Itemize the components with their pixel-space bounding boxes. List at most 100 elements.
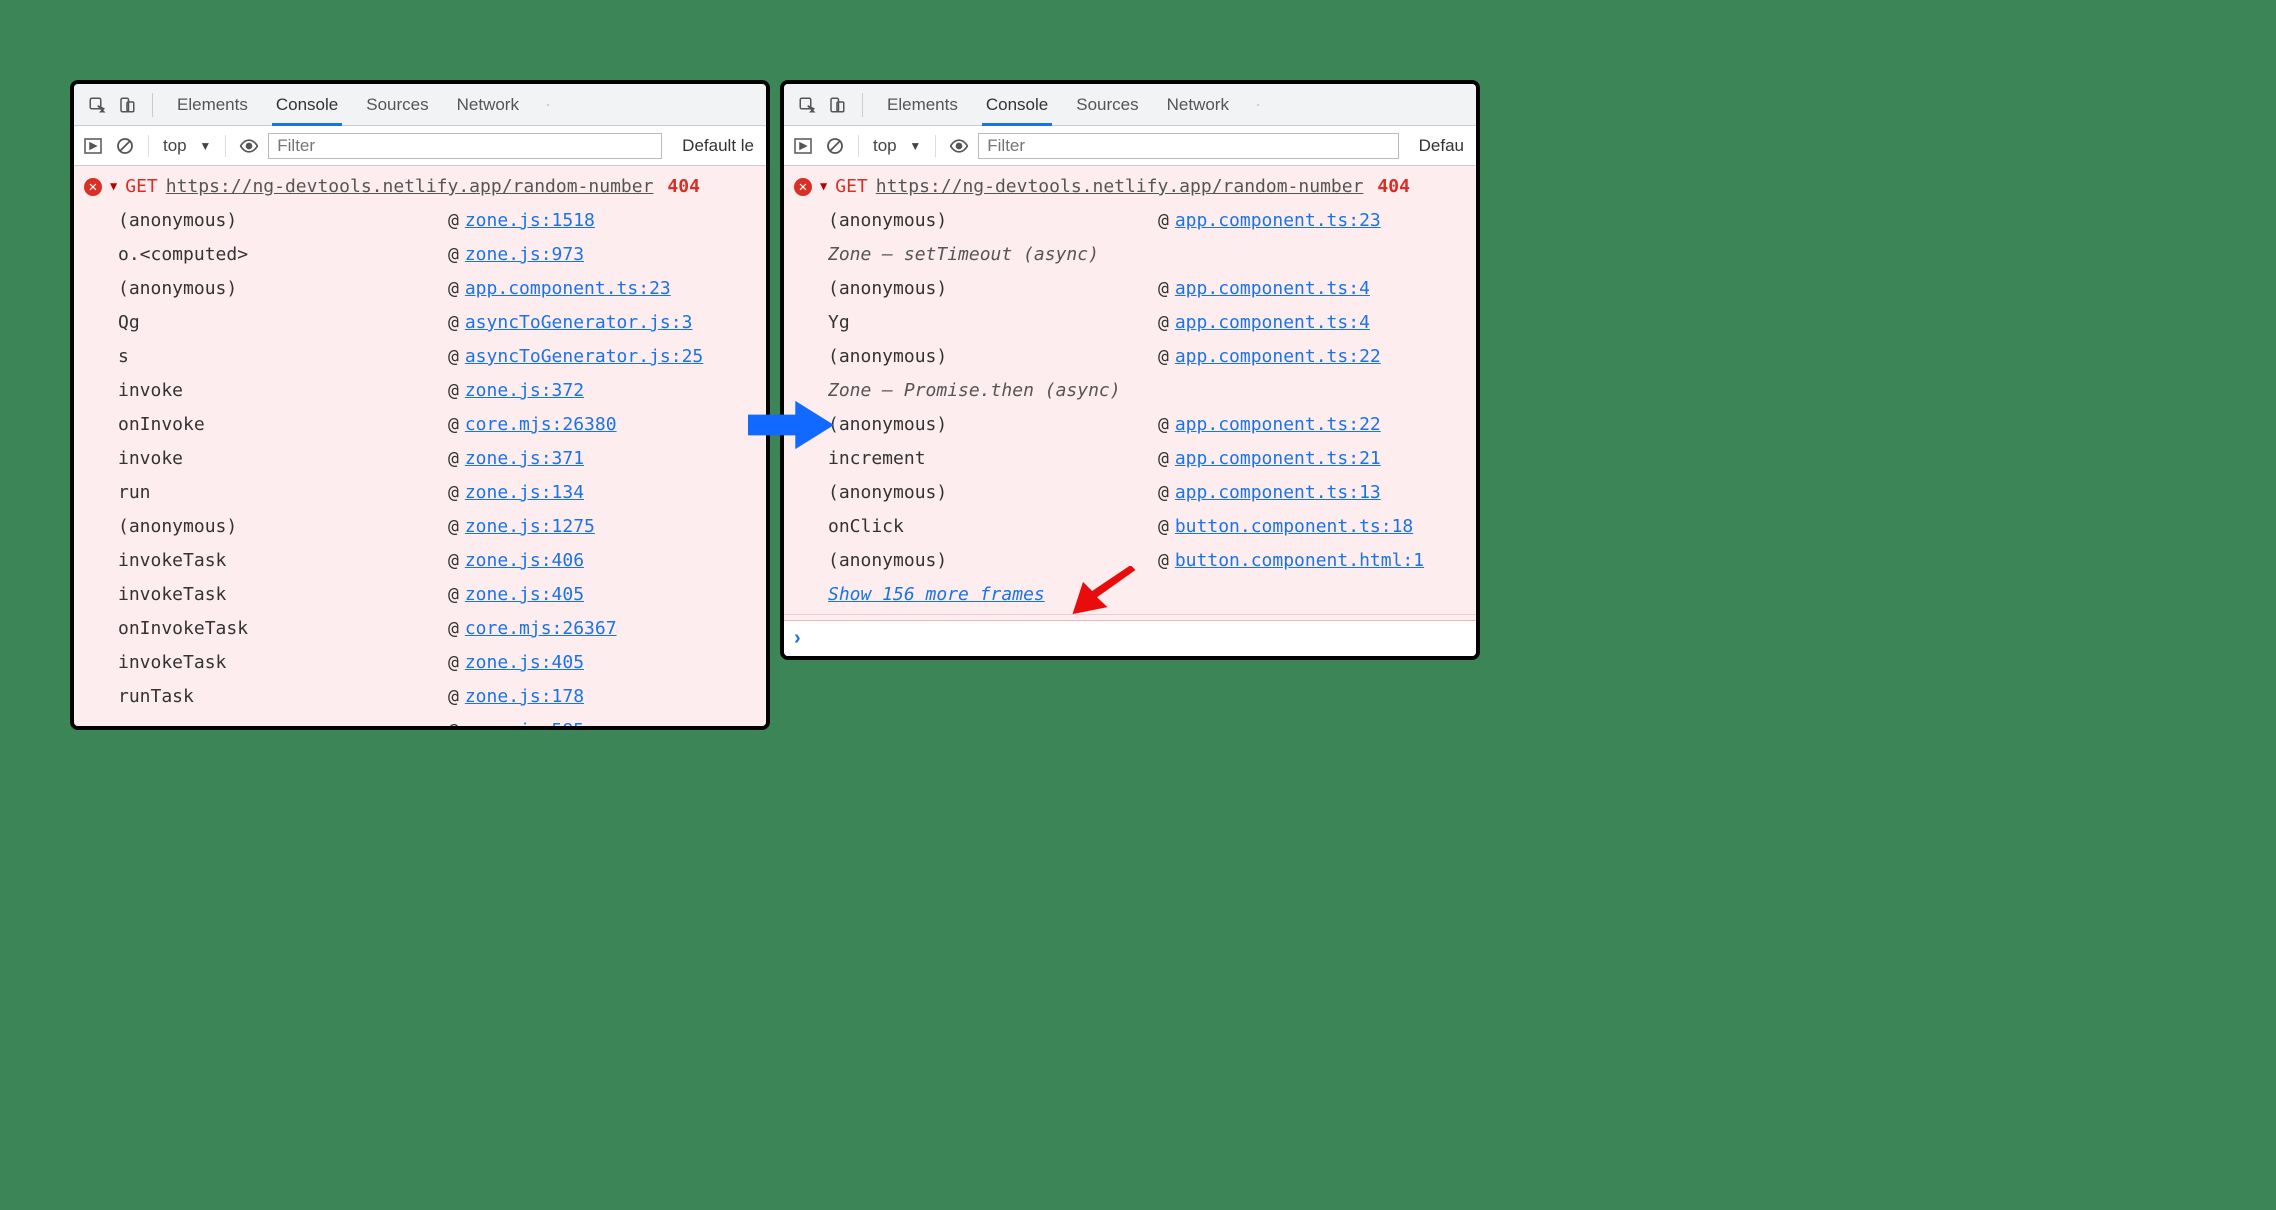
status-code: 404 [1377, 170, 1410, 204]
frame-function: onClick [828, 510, 1146, 544]
clear-console-icon[interactable] [112, 133, 138, 159]
source-link[interactable]: zone.js:405 [465, 652, 584, 673]
source-link[interactable]: app.component.ts:21 [1175, 448, 1381, 469]
request-url[interactable]: https://ng-devtools.netlify.app/random-n… [166, 170, 654, 204]
source-link[interactable]: zone.js:1518 [465, 210, 595, 231]
frame-location: @ core.mjs:26380 [448, 408, 766, 442]
collapse-caret-icon[interactable]: ▼ [110, 169, 117, 203]
console-toolbar: top ▼ Defau [784, 126, 1476, 166]
console-prompt[interactable]: › [784, 620, 1476, 656]
inspect-icon[interactable] [794, 92, 820, 118]
source-link[interactable]: zone.js:371 [465, 448, 584, 469]
source-link[interactable]: zone.js:405 [465, 584, 584, 605]
levels-button[interactable]: Defau [1413, 136, 1470, 156]
frame-function: invoke [118, 374, 436, 408]
at-symbol: @ [1158, 550, 1169, 571]
device-icon[interactable] [114, 92, 140, 118]
tab-elements[interactable]: Elements [873, 84, 972, 125]
frame-function: runTask [118, 680, 436, 714]
error-request-line[interactable]: ✕ ▼ GET https://ng-devtools.netlify.app/… [74, 170, 766, 204]
at-symbol: @ [448, 618, 459, 639]
sidebar-toggle-icon[interactable] [790, 133, 816, 159]
sidebar-toggle-icon[interactable] [80, 133, 106, 159]
devtools-panel-right: Elements Console Sources Network top ▼ D… [780, 80, 1480, 660]
tab-console[interactable]: Console [262, 84, 352, 125]
frame-location: @app.component.ts:22 [1158, 408, 1476, 442]
at-symbol: @ [1158, 346, 1169, 367]
eye-icon[interactable] [236, 133, 262, 159]
source-link[interactable]: button.component.ts:18 [1175, 516, 1413, 537]
tab-network[interactable]: Network [1153, 84, 1243, 125]
devtools-panel-left: Elements Console Sources Network top ▼ D… [70, 80, 770, 730]
stack-frame: Qg@asyncToGenerator.js:3 [118, 306, 766, 340]
http-method: GET [125, 170, 158, 204]
stack-frame: o.<computed>@zone.js:973 [118, 238, 766, 272]
source-link[interactable]: core.mjs:26367 [465, 618, 617, 639]
error-request-line[interactable]: ✕ ▼ GET https://ng-devtools.netlify.app/… [784, 170, 1476, 204]
tab-sources[interactable]: Sources [352, 84, 442, 125]
stack-frame: invoke@zone.js:371 [118, 442, 766, 476]
tabs-overflow[interactable] [533, 84, 563, 125]
stack-frame: onClick@button.component.ts:18 [828, 510, 1476, 544]
at-symbol: @ [448, 482, 459, 503]
frame-location: @ core.mjs:26367 [448, 612, 766, 646]
tabstrip: Elements Console Sources Network [784, 84, 1476, 126]
inspect-icon[interactable] [84, 92, 110, 118]
at-symbol: @ [448, 244, 459, 265]
at-symbol: @ [448, 210, 459, 231]
source-link[interactable]: asyncToGenerator.js:3 [465, 312, 693, 333]
clear-console-icon[interactable] [822, 133, 848, 159]
filter-input[interactable] [268, 133, 662, 159]
tab-sources[interactable]: Sources [1062, 84, 1152, 125]
eye-icon[interactable] [946, 133, 972, 159]
source-link[interactable]: zone.js:372 [465, 380, 584, 401]
at-symbol: @ [448, 380, 459, 401]
source-link[interactable]: core.mjs:26380 [465, 414, 617, 435]
error-icon: ✕ [84, 178, 102, 196]
source-link[interactable]: asyncToGenerator.js:25 [465, 346, 703, 367]
at-symbol: @ [1158, 482, 1169, 503]
frame-location: @zone.js:178 [448, 680, 766, 714]
at-symbol: @ [448, 414, 459, 435]
source-link[interactable]: zone.js:178 [465, 686, 584, 707]
stack-frame: _@zone.js:585 [118, 714, 766, 726]
source-link[interactable]: zone.js:1275 [465, 516, 595, 537]
frame-function: (anonymous) [828, 204, 1146, 238]
tab-network[interactable]: Network [443, 84, 533, 125]
source-link[interactable]: button.component.html:1 [1175, 550, 1424, 571]
source-link[interactable]: app.component.ts:13 [1175, 482, 1381, 503]
tab-elements[interactable]: Elements [163, 84, 262, 125]
levels-button[interactable]: Default le [676, 136, 760, 156]
stack-frame: (anonymous)@app.component.ts:22 [828, 408, 1476, 442]
frame-location: @ zone.js:1518 [448, 204, 766, 238]
source-link[interactable]: zone.js:134 [465, 482, 584, 503]
source-link[interactable]: zone.js:973 [465, 244, 584, 265]
at-symbol: @ [448, 346, 459, 367]
frame-location: @ zone.js:973 [448, 238, 766, 272]
source-link[interactable]: app.component.ts:23 [465, 278, 671, 299]
stack-frame: invokeTask@zone.js:405 [118, 578, 766, 612]
at-symbol: @ [448, 312, 459, 333]
source-link[interactable]: app.component.ts:4 [1175, 278, 1370, 299]
source-link[interactable]: zone.js:585 [465, 720, 584, 726]
frame-function: (anonymous) [828, 476, 1146, 510]
context-select[interactable]: top ▼ [159, 136, 215, 156]
tab-console[interactable]: Console [972, 84, 1062, 125]
source-link[interactable]: zone.js:406 [465, 550, 584, 571]
collapse-caret-icon[interactable]: ▼ [820, 169, 827, 203]
filter-input[interactable] [978, 133, 1398, 159]
context-select[interactable]: top ▼ [869, 136, 925, 156]
stack-frame: (anonymous)@button.component.html:1 [828, 544, 1476, 578]
source-link[interactable]: app.component.ts:4 [1175, 312, 1370, 333]
request-url[interactable]: https://ng-devtools.netlify.app/random-n… [876, 170, 1364, 204]
tabs-overflow[interactable] [1243, 84, 1273, 125]
source-link[interactable]: app.component.ts:22 [1175, 346, 1381, 367]
source-link[interactable]: app.component.ts:22 [1175, 414, 1381, 435]
device-icon[interactable] [824, 92, 850, 118]
frame-location: @zone.js:371 [448, 442, 766, 476]
show-more-frames-link[interactable]: Show 156 more frames [828, 584, 1045, 605]
stack-frame: increment@app.component.ts:21 [828, 442, 1476, 476]
source-link[interactable]: app.component.ts:23 [1175, 210, 1381, 231]
at-symbol: @ [1158, 312, 1169, 333]
frame-location: @zone.js:585 [448, 714, 766, 726]
